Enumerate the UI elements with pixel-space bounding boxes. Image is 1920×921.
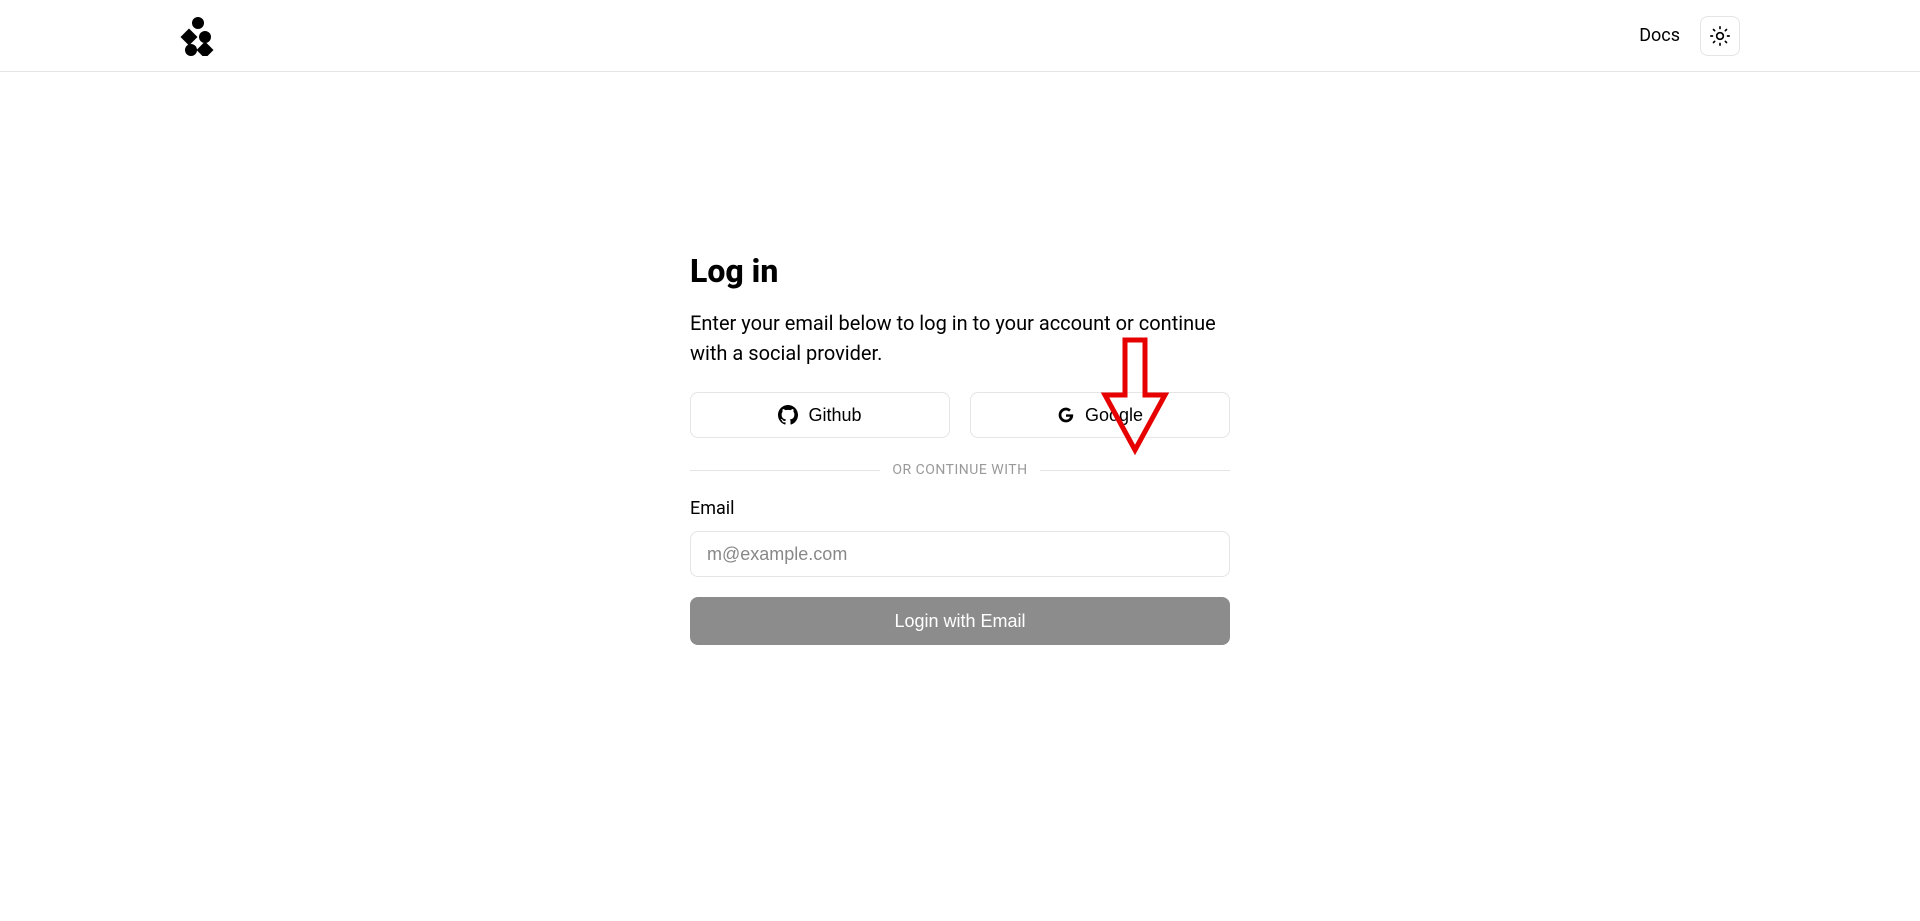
divider: OR CONTINUE WITH — [690, 462, 1230, 478]
login-subtitle: Enter your email below to log in to your… — [690, 308, 1230, 368]
github-icon — [778, 405, 798, 425]
google-icon — [1057, 406, 1075, 424]
theme-toggle-button[interactable] — [1700, 16, 1740, 56]
login-card: Log in Enter your email below to log in … — [690, 252, 1230, 645]
docs-link[interactable]: Docs — [1639, 25, 1680, 46]
google-button[interactable]: Google — [970, 392, 1230, 438]
social-buttons: Github Google — [690, 392, 1230, 438]
github-button-label: Github — [808, 405, 861, 426]
header: Docs — [0, 0, 1920, 72]
divider-text: OR CONTINUE WITH — [892, 462, 1027, 478]
divider-line — [1040, 470, 1230, 471]
divider-line — [690, 470, 880, 471]
header-right: Docs — [1639, 16, 1740, 56]
google-button-label: Google — [1085, 405, 1143, 426]
login-title: Log in — [690, 252, 1230, 290]
github-button[interactable]: Github — [690, 392, 950, 438]
email-field[interactable] — [690, 531, 1230, 577]
sun-icon — [1710, 26, 1730, 46]
login-with-email-button[interactable]: Login with Email — [690, 597, 1230, 645]
main: Log in Enter your email below to log in … — [0, 72, 1920, 645]
email-label: Email — [690, 498, 1230, 519]
logo[interactable] — [180, 16, 216, 56]
